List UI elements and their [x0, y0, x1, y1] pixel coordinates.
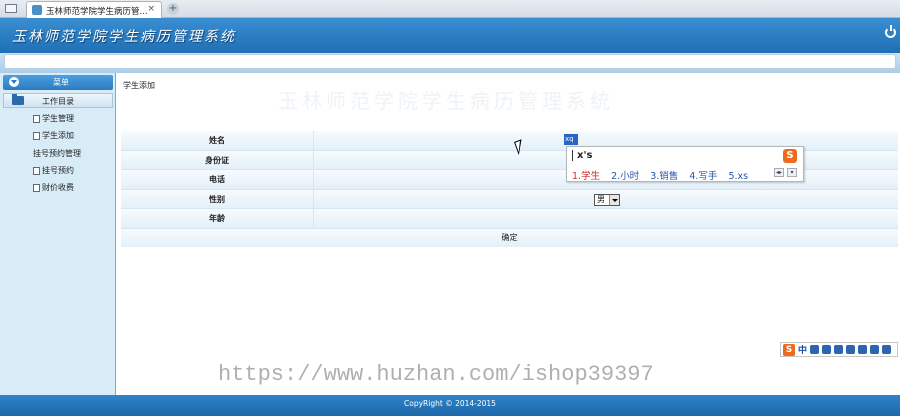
document-icon [33, 166, 40, 175]
ghost-title: 玉林师范学院学生病历管理系统 [278, 89, 614, 113]
sidebar-item-appointment-management[interactable]: 挂号预约管理 [0, 146, 116, 163]
app-header: 玉林师范学院学生病历管理系统 [0, 18, 900, 53]
ime-candidates: 1.学生 2.小时 3.销售 4.写手 5.xs [572, 168, 756, 182]
sidebar-menu-header[interactable]: 菜单 [3, 75, 113, 90]
ime-nav: ◂▸ ▾ [774, 168, 797, 177]
skin-icon[interactable] [870, 345, 880, 354]
ime-status-bar[interactable]: S 中 [780, 342, 898, 357]
footer: CopyRight © 2014-2015 [0, 395, 900, 416]
page-arrows-icon[interactable]: ◂▸ [774, 168, 784, 177]
sogou-logo-icon: S [783, 149, 797, 163]
field-label: 姓名 [209, 136, 225, 145]
sidebar-items: 学生管理 学生添加 挂号预约管理 挂号预约 财价收费 [0, 111, 116, 197]
document-icon [33, 132, 40, 141]
collapse-icon[interactable] [9, 77, 19, 87]
chevron-down-icon[interactable] [609, 194, 619, 205]
ime-candidate[interactable]: 2.小时 [611, 171, 639, 182]
close-icon[interactable]: × [147, 4, 155, 14]
sidebar-item-label: 学生添加 [42, 131, 74, 141]
sidebar-group-label: 工作目录 [42, 97, 74, 106]
gender-select[interactable]: 男 [594, 193, 620, 206]
copyright-text: CopyRight © 2014-2015 [404, 399, 496, 408]
app-title: 玉林师范学院学生病历管理系统 [12, 29, 236, 45]
keyboard-icon[interactable] [846, 345, 856, 354]
form-row-age: 年龄 [121, 209, 898, 229]
user-icon[interactable] [858, 345, 868, 354]
field-label: 身份证 [205, 155, 229, 165]
ime-candidate[interactable]: 1.学生 [572, 171, 600, 182]
age-field[interactable] [313, 209, 898, 228]
new-tab-button[interactable]: + [167, 3, 179, 15]
window-icon[interactable] [5, 4, 17, 13]
ime-candidate-popup: x's S 1.学生 2.小时 3.销售 4.写手 5.xs ◂▸ ▾ [566, 146, 804, 182]
sidebar-item-student-management[interactable]: 学生管理 [0, 111, 116, 128]
sogou-logo-icon: S [783, 343, 795, 356]
ime-candidate[interactable]: 3.销售 [650, 171, 678, 182]
field-label: 电话 [209, 175, 225, 184]
expand-icon[interactable]: ▾ [787, 168, 797, 177]
sidebar-item-label: 挂号预约管理 [33, 148, 81, 158]
field-label: 年龄 [209, 214, 225, 223]
sidebar-item-label: 学生管理 [42, 114, 74, 123]
sidebar-group-work[interactable]: 工作目录 [3, 93, 113, 108]
gender-value: 男 [597, 194, 605, 204]
browser-tab[interactable]: 玉林师范学院学生病历管... × [26, 1, 162, 18]
punctuation-icon[interactable] [822, 345, 832, 354]
sidebar-item-student-add[interactable]: 学生添加 [0, 128, 116, 145]
sidebar-item-appointment[interactable]: 挂号预约 [0, 163, 116, 180]
folder-icon [12, 94, 24, 105]
form-row-gender: 性别 男 [121, 189, 898, 209]
field-label: 性别 [209, 194, 225, 204]
tab-title: 玉林师范学院学生病历管... [46, 7, 148, 17]
browser-tabstrip: 玉林师范学院学生病历管... × + [0, 0, 900, 18]
power-icon[interactable] [885, 25, 896, 38]
ime-candidate[interactable]: 5.xs [728, 171, 748, 182]
sub-bar [0, 53, 900, 73]
chinese-mode-indicator[interactable]: 中 [798, 343, 807, 356]
sidebar-item-billing[interactable]: 财价收费 [0, 180, 116, 197]
moon-icon[interactable] [810, 345, 820, 354]
ime-composition: x's [572, 150, 592, 161]
sub-bar-strip [4, 54, 896, 69]
sidebar: 菜单 工作目录 学生管理 学生添加 挂号预约管理 挂号预约 财价收费 [0, 73, 116, 395]
favicon-icon [32, 5, 42, 15]
breadcrumb: 学生添加 [123, 81, 155, 90]
ime-candidate[interactable]: 4.写手 [689, 171, 717, 182]
microphone-icon[interactable] [834, 345, 844, 354]
sidebar-menu-label: 菜单 [53, 78, 69, 87]
gender-cell: 男 [313, 189, 898, 208]
name-input[interactable]: xq [564, 134, 578, 145]
sidebar-item-label: 财价收费 [42, 183, 74, 193]
submit-button[interactable]: 确定 [121, 228, 898, 247]
watermark-text: https://www.huzhan.com/ishop39397 [218, 362, 654, 387]
document-icon [33, 184, 40, 193]
sidebar-item-label: 挂号预约 [42, 165, 74, 175]
document-icon [33, 115, 40, 123]
wrench-icon[interactable] [882, 345, 892, 354]
